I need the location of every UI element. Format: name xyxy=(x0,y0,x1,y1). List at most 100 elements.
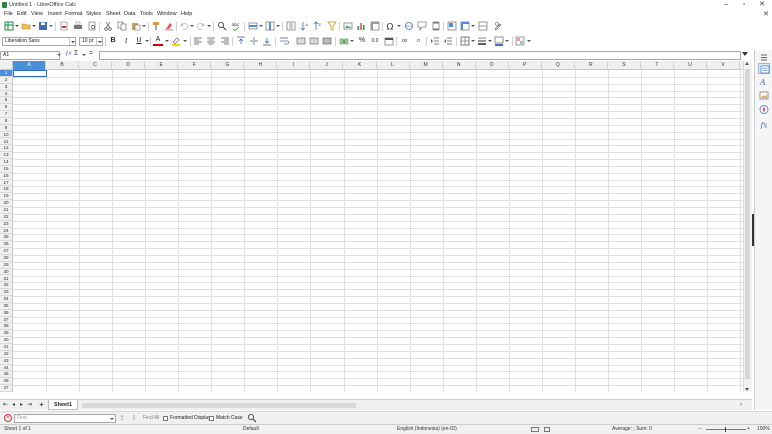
row-header-34[interactable]: 34 xyxy=(0,296,12,303)
sort-ascending-icon[interactable]: A xyxy=(300,21,310,31)
column-header-r[interactable]: R xyxy=(575,61,608,70)
menu-window[interactable]: Window xyxy=(157,11,177,17)
define-print-area-icon[interactable] xyxy=(447,21,457,31)
row-header-13[interactable]: 13 xyxy=(0,152,12,160)
save-icon[interactable] xyxy=(38,21,48,31)
row-header-11[interactable]: 11 xyxy=(0,139,12,146)
menu-file[interactable]: File xyxy=(4,11,13,17)
font-color-icon[interactable]: A xyxy=(153,36,163,46)
row-header-8[interactable]: 8 xyxy=(0,118,12,125)
date-format-icon[interactable] xyxy=(384,36,394,46)
row-icon[interactable] xyxy=(248,21,258,31)
menu-view[interactable]: View xyxy=(31,11,43,17)
undo-icon[interactable] xyxy=(179,21,189,31)
hyperlink-icon[interactable] xyxy=(404,21,414,31)
previous-sheet-icon[interactable]: ◂ xyxy=(10,401,17,410)
row-header-42[interactable]: 42 xyxy=(0,351,12,358)
first-sheet-icon[interactable]: ⇤ xyxy=(2,401,9,410)
close-document-icon[interactable]: ✕ xyxy=(763,10,769,18)
underline-icon[interactable]: U xyxy=(134,36,144,46)
row-header-20[interactable]: 20 xyxy=(0,200,12,207)
wrap-text-icon[interactable] xyxy=(279,36,289,46)
row-header-10[interactable]: 10 xyxy=(0,132,12,139)
selection-mode-icon[interactable] xyxy=(531,427,539,432)
column-header-v[interactable]: V xyxy=(707,61,741,70)
row-header-23[interactable]: 23 xyxy=(0,221,12,228)
cut-icon[interactable] xyxy=(103,21,113,31)
menu-format[interactable]: Format xyxy=(65,11,82,17)
bold-icon[interactable]: B xyxy=(108,36,118,46)
row-header-18[interactable]: 18 xyxy=(0,186,12,194)
column-header-i[interactable]: I xyxy=(277,61,311,70)
row-header-12[interactable]: 12 xyxy=(0,145,12,153)
merge-cells-icon[interactable] xyxy=(309,36,319,46)
row-header-19[interactable]: 19 xyxy=(0,193,12,201)
function-wizard-icon[interactable]: ƒx xyxy=(65,51,71,57)
row-header-46[interactable]: 46 xyxy=(0,378,12,386)
chevron-down-icon[interactable] xyxy=(505,40,509,42)
row-header-36[interactable]: 36 xyxy=(0,310,12,317)
column-header-l[interactable]: L xyxy=(377,61,410,70)
chevron-down-icon[interactable] xyxy=(350,40,354,42)
formatted-display-checkbox[interactable] xyxy=(163,416,168,421)
column-header-u[interactable]: U xyxy=(674,61,708,70)
cell-grid[interactable] xyxy=(13,70,743,392)
sum-icon[interactable]: Σ xyxy=(74,50,78,57)
spelling-icon[interactable]: abc xyxy=(231,21,241,31)
percent-format-icon[interactable]: % xyxy=(357,36,367,46)
chevron-down-icon[interactable] xyxy=(183,40,187,42)
minimize-icon[interactable]: – xyxy=(717,0,735,10)
formula-input[interactable] xyxy=(99,51,741,60)
clone-formatting-icon[interactable] xyxy=(151,21,161,31)
row-header-2[interactable]: 2 xyxy=(0,77,12,84)
zoom-out-icon[interactable]: − xyxy=(699,425,702,434)
row-header-33[interactable]: 33 xyxy=(0,289,12,297)
sheet-tab-sheet1[interactable]: Sheet1 xyxy=(48,400,78,410)
column-header-h[interactable]: H xyxy=(244,61,278,70)
split-window-icon[interactable] xyxy=(478,21,488,31)
column-header-p[interactable]: P xyxy=(509,61,542,70)
properties-icon[interactable] xyxy=(758,63,770,74)
menu-insert[interactable]: Insert xyxy=(48,11,62,17)
italic-icon[interactable]: I xyxy=(121,36,131,46)
export-pdf-icon[interactable] xyxy=(59,21,69,31)
chevron-down-icon[interactable] xyxy=(190,25,194,27)
row-header-16[interactable]: 16 xyxy=(0,173,12,180)
insert-chart-icon[interactable] xyxy=(356,21,366,31)
document-modified-icon[interactable] xyxy=(544,427,550,432)
currency-format-icon[interactable] xyxy=(339,36,349,46)
merge-center-icon[interactable] xyxy=(296,36,306,46)
row-header-27[interactable]: 27 xyxy=(0,248,12,255)
add-sheet-button[interactable]: + xyxy=(38,401,45,410)
conditional-format-icon[interactable] xyxy=(515,36,525,46)
column-header-e[interactable]: E xyxy=(145,61,179,70)
menu-data[interactable]: Data xyxy=(124,11,136,17)
find-replace-icon[interactable] xyxy=(247,413,257,423)
row-header-25[interactable]: 25 xyxy=(0,234,12,242)
chevron-down-icon[interactable] xyxy=(259,25,263,27)
row-header-45[interactable]: 45 xyxy=(0,371,12,379)
new-document-icon[interactable] xyxy=(4,21,14,31)
font-size-box[interactable]: 10 pt xyxy=(79,37,103,46)
row-header-1[interactable]: 1 xyxy=(0,70,12,77)
column-header-o[interactable]: O xyxy=(476,61,509,70)
unmerge-cells-icon[interactable] xyxy=(322,36,332,46)
row-header-26[interactable]: 26 xyxy=(0,241,12,249)
column-header-s[interactable]: S xyxy=(608,61,641,70)
borders-icon[interactable] xyxy=(460,36,470,46)
row-header-17[interactable]: 17 xyxy=(0,180,12,187)
chevron-down-icon[interactable] xyxy=(32,25,36,27)
print-preview-icon[interactable] xyxy=(87,21,97,31)
zoom-in-icon[interactable]: + xyxy=(747,425,750,434)
show-draw-functions-icon[interactable] xyxy=(493,21,503,31)
selection-summary[interactable]: Average: ; Sum: 0 xyxy=(612,425,652,434)
zoom-slider[interactable] xyxy=(706,429,746,430)
row-header-43[interactable]: 43 xyxy=(0,358,12,365)
find-replace-icon[interactable] xyxy=(217,21,227,31)
special-character-icon[interactable]: Ω xyxy=(386,21,396,32)
column-header-a[interactable]: A xyxy=(13,61,47,70)
chevron-down-icon[interactable] xyxy=(145,40,149,42)
add-decimal-icon[interactable]: .00 xyxy=(399,36,409,46)
select-all-corner[interactable] xyxy=(0,61,13,70)
zoom-level[interactable]: 100% xyxy=(757,425,770,434)
